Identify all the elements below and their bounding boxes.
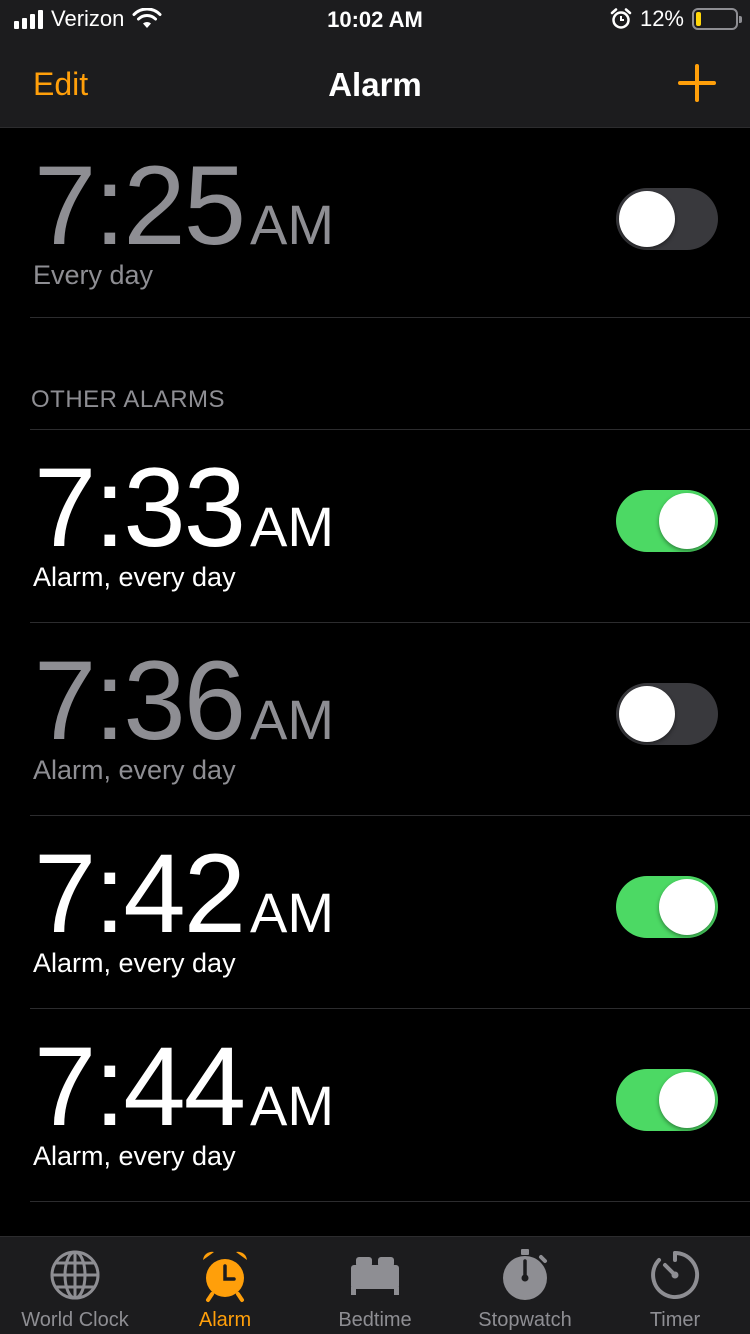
tab-timer[interactable]: Timer: [600, 1237, 750, 1334]
alarm-ampm: AM: [249, 193, 334, 256]
alarm-ampm: AM: [249, 495, 334, 558]
toggle-knob: [619, 191, 675, 247]
toggle-knob: [619, 686, 675, 742]
alarm-row[interactable]: 7:42 AM Alarm, every day: [30, 816, 750, 1009]
bed-icon: [351, 1257, 399, 1295]
alarm-toggle[interactable]: [616, 490, 718, 552]
alarm-row[interactable]: 7:36 AM Alarm, every day: [30, 623, 750, 816]
alarm-label: Alarm, every day: [33, 948, 236, 978]
alarm-time: 7:33 AM: [34, 452, 334, 564]
alarm-toggle[interactable]: [616, 1069, 718, 1131]
alarm-row[interactable]: 7:44 AM Alarm, every day: [30, 1009, 750, 1202]
battery-icon: [692, 8, 742, 30]
globe-icon: [50, 1250, 100, 1300]
tab-alarm[interactable]: Alarm: [150, 1237, 300, 1334]
alarm-label: Alarm, every day: [33, 1141, 236, 1171]
toggle-knob: [659, 879, 715, 935]
alarm-label: Alarm, every day: [33, 562, 236, 592]
alarm-ampm: AM: [249, 688, 334, 751]
alarm-toggle[interactable]: [616, 683, 718, 745]
section-header-other-alarms: OTHER ALARMS: [31, 386, 226, 413]
stopwatch-icon: [503, 1249, 547, 1300]
toggle-knob: [659, 1072, 715, 1128]
tab-bar: World Clock Alarm Bedtime Stopwatch Time…: [0, 1236, 750, 1334]
tab-bedtime[interactable]: Bedtime: [300, 1237, 450, 1334]
tab-label: Stopwatch: [478, 1309, 572, 1331]
status-bar-right: 12%: [610, 6, 742, 32]
alarm-time: 7:25 AM: [34, 150, 334, 262]
alarm-time-value: 7:44: [34, 1024, 246, 1149]
alarm-label: Alarm, every day: [33, 755, 236, 785]
tab-label: Bedtime: [338, 1309, 412, 1331]
alarm-time-value: 7:25: [34, 143, 246, 268]
alarm-label: Every day: [33, 260, 154, 290]
bedtime-alarm-row[interactable]: 7:25 AM Every day: [30, 128, 750, 318]
timer-icon: [651, 1250, 700, 1299]
alarm-time-value: 7:42: [34, 831, 246, 956]
plus-icon[interactable]: [678, 64, 716, 102]
alarm-time: 7:42 AM: [34, 838, 334, 950]
alarm-time-value: 7:33: [34, 445, 246, 570]
tab-world-clock[interactable]: World Clock: [0, 1237, 150, 1334]
tab-label: Timer: [649, 1309, 701, 1331]
page-title: Alarm: [328, 66, 422, 103]
tab-label: World Clock: [21, 1309, 129, 1331]
tab-label: Alarm: [198, 1309, 252, 1331]
alarm-toggle[interactable]: [616, 188, 718, 250]
battery-level: [696, 12, 701, 26]
alarm-row[interactable]: 7:33 AM Alarm, every day: [30, 430, 750, 623]
alarm-time: 7:44 AM: [34, 1031, 334, 1143]
status-bar: Verizon 10:02 AM 12%: [0, 0, 750, 40]
battery-percent: 12%: [639, 6, 684, 31]
alarm-clock-icon: [610, 8, 632, 29]
alarm-ampm: AM: [249, 1074, 334, 1137]
alarm-toggle[interactable]: [616, 876, 718, 938]
alarm-ampm: AM: [249, 881, 334, 944]
navigation-bar: Edit Alarm: [0, 40, 750, 128]
alarm-time: 7:36 AM: [34, 645, 334, 757]
alarm-time-value: 7:36: [34, 638, 246, 763]
tab-stopwatch[interactable]: Stopwatch: [450, 1237, 600, 1334]
alarm-clock-icon: [203, 1251, 247, 1302]
toggle-knob: [659, 493, 715, 549]
